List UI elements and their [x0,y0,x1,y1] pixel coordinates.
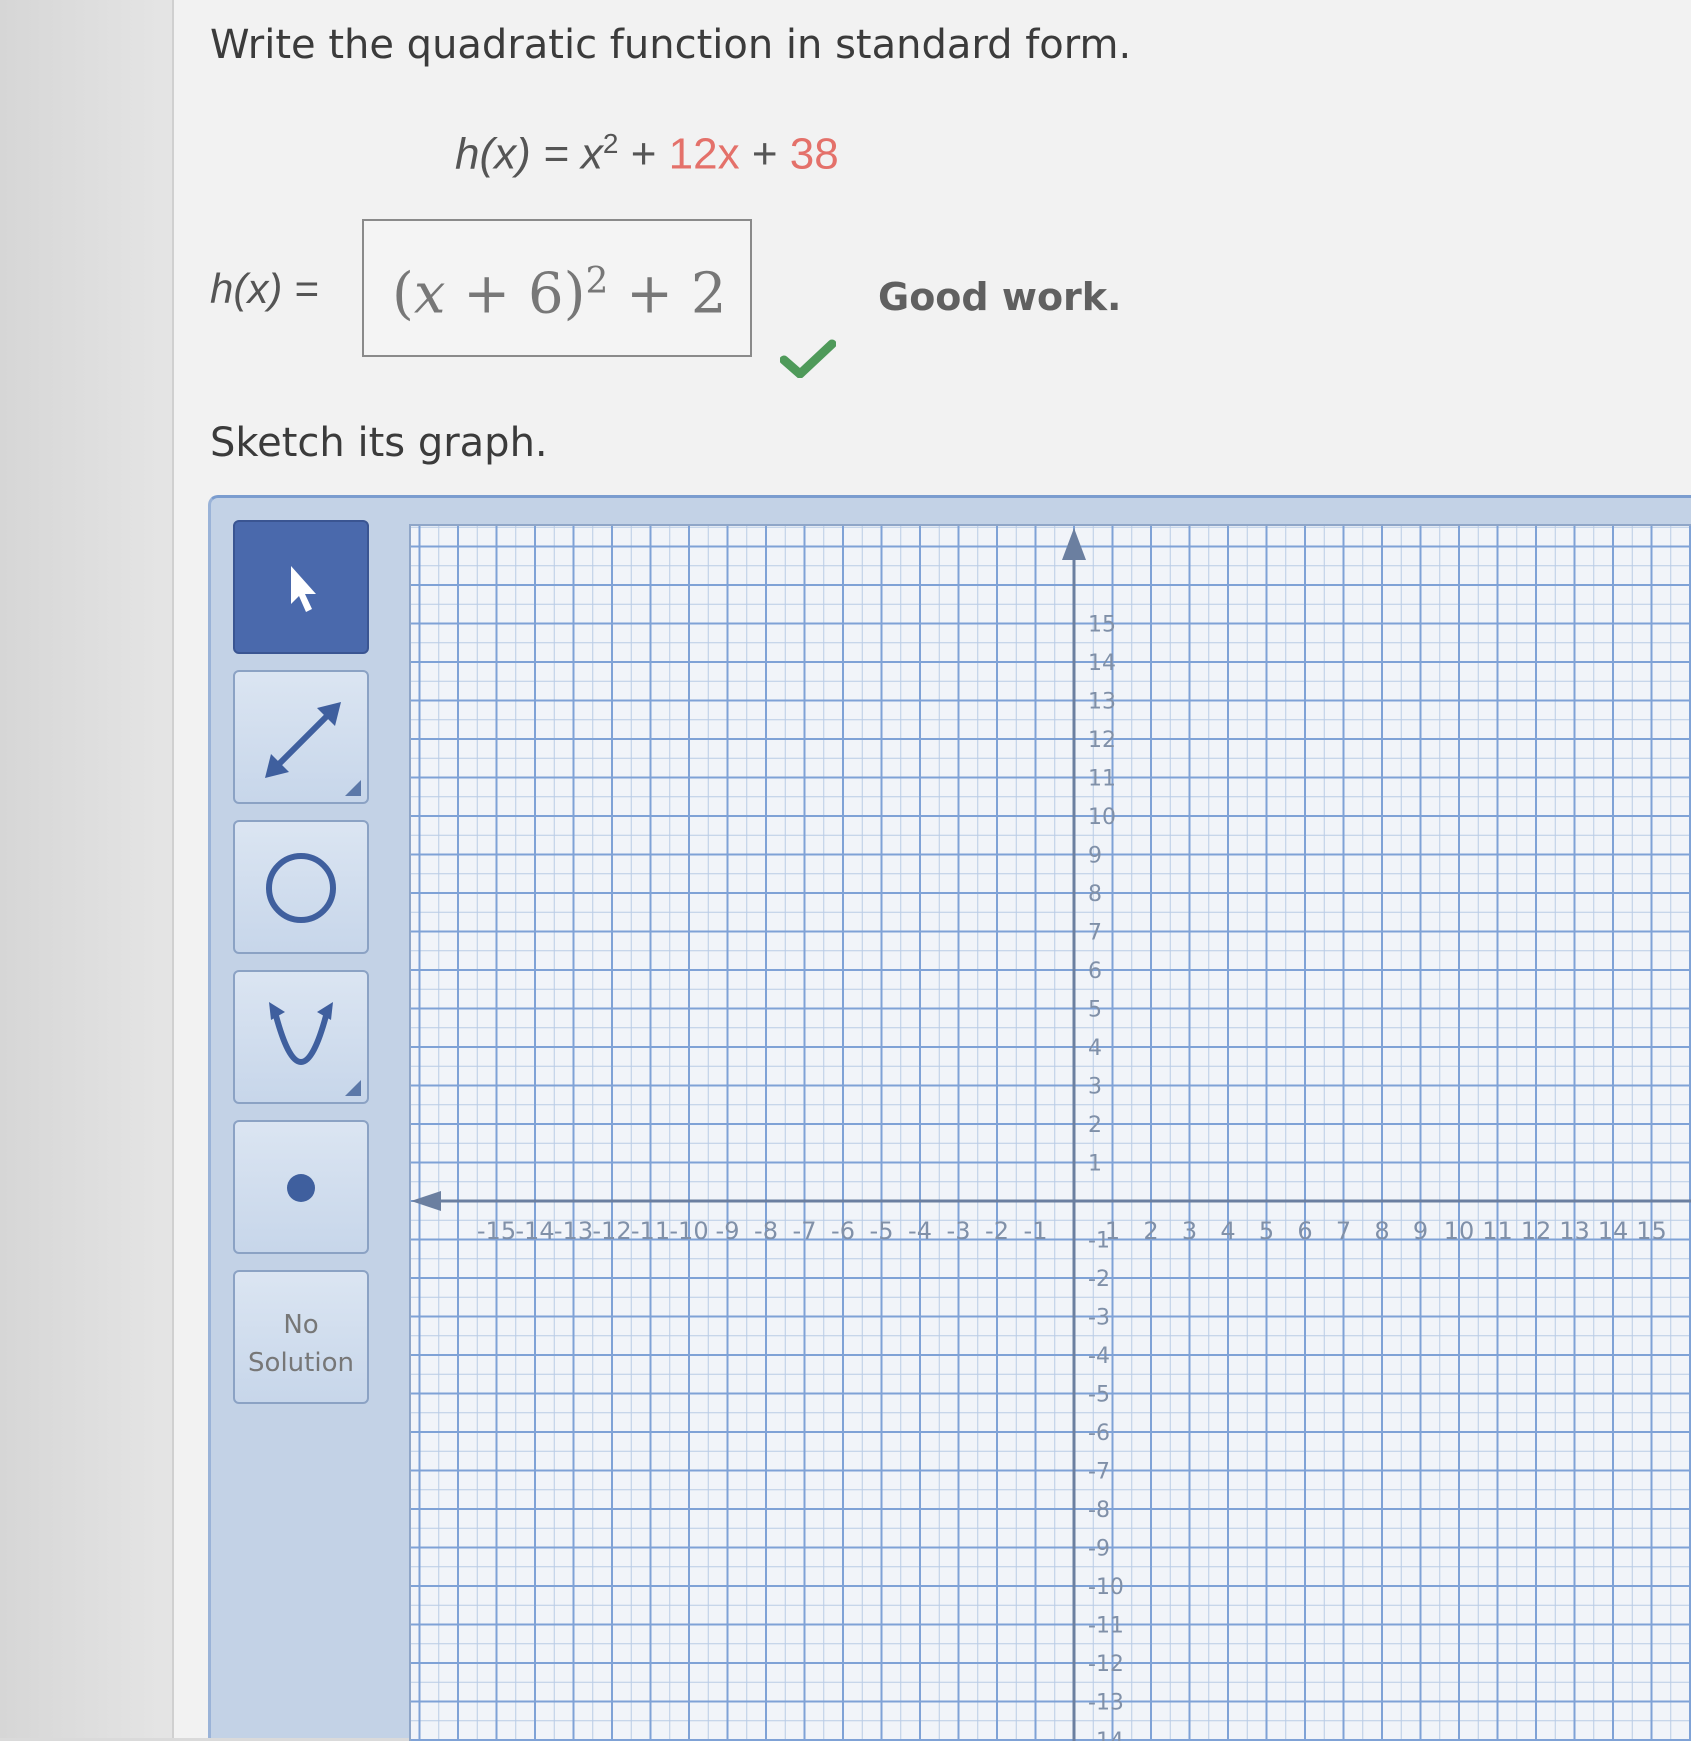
x-tick-label: -13 [554,1217,593,1245]
graph-toolbar: No Solution [233,520,373,1720]
y-tick-label: -8 [1088,1498,1110,1523]
given-exponent: 2 [602,128,619,159]
point-tool-button[interactable] [233,1120,369,1254]
y-tick-label: -1 [1088,1229,1110,1254]
x-tick-label: 8 [1374,1217,1389,1245]
sketch-prompt: Sketch its graph. [210,420,548,466]
y-tick-label: -11 [1088,1614,1124,1639]
no-solution-button[interactable]: No Solution [233,1270,369,1404]
x-tick-label: 9 [1413,1217,1428,1245]
given-constant: 38 [789,129,839,179]
x-tick-label: -2 [985,1217,1009,1245]
y-tick-label: 6 [1088,959,1102,984]
y-tick-label: -14 [1088,1729,1124,1741]
x-tick-label: -7 [793,1217,817,1245]
x-tick-label: -9 [716,1217,740,1245]
x-tick-label: 2 [1143,1217,1158,1245]
x-tick-label: -11 [631,1217,670,1245]
line-tool-button[interactable] [233,670,369,804]
y-tick-label: 15 [1088,613,1116,638]
x-tick-label: -15 [477,1217,516,1245]
circle-tool-button[interactable] [233,820,369,954]
point-dot-icon [287,1174,315,1202]
y-axis-arrow-icon [1062,528,1086,560]
checkmark-icon [780,339,836,378]
x-tick-label: 5 [1259,1217,1274,1245]
graphing-tool: No Solution -15 -14 -13 -12 -11 -10 -9 -8 -7 -6 -5… [208,495,1691,1741]
x-tick-label: 6 [1297,1217,1312,1245]
y-tick-label: 8 [1088,882,1102,907]
x-tick-label: -10 [669,1217,708,1245]
x-tick-label: -1 [1024,1217,1048,1245]
answer-value: (x + 6)2 + 2 [392,261,727,327]
y-tick-label: -10 [1088,1575,1124,1600]
pointer-tool-button[interactable] [233,520,369,654]
x-tick-label: 7 [1336,1217,1351,1245]
y-tick-label: 11 [1088,767,1116,792]
given-x-term: x [580,129,603,179]
x-tick-label: 15 [1636,1217,1667,1245]
x-tick-label: 11 [1482,1217,1513,1245]
x-tick-label: 14 [1598,1217,1629,1245]
y-tick-label: 3 [1088,1075,1102,1100]
x-axis-arrow-icon [411,1191,441,1211]
y-tick-label: 13 [1088,690,1116,715]
y-tick-label: 2 [1088,1113,1102,1138]
y-tick-label: 5 [1088,998,1102,1023]
y-tick-label: 4 [1088,1036,1102,1061]
given-function: h(x) = x2 + 12x + 38 [455,128,839,180]
x-tick-label: -12 [592,1217,631,1245]
y-tick-label: -4 [1088,1344,1110,1369]
coordinate-plane[interactable]: -15 -14 -13 -12 -11 -10 -9 -8 -7 -6 -5 -4 -3 -2 -1 1 2 3 4… [411,526,1691,1741]
x-tick-label: -5 [870,1217,894,1245]
given-plus-2: + [739,129,790,179]
parabola-tool-menu-indicator [345,1080,361,1096]
y-tick-label: 12 [1088,728,1116,753]
y-tick-label: -7 [1088,1460,1110,1485]
y-tick-label: 7 [1088,921,1102,946]
answer-lhs: h(x) = [210,265,319,312]
answer-input[interactable]: (x + 6)2 + 2 [362,219,752,357]
y-tick-label: 9 [1088,844,1102,869]
x-tick-label: 3 [1182,1217,1197,1245]
given-plus-1: + [618,129,669,179]
x-tick-label: 13 [1559,1217,1590,1245]
x-tick-label: -8 [754,1217,778,1245]
given-lhs: h(x) = [455,129,581,179]
y-tick-label: -5 [1088,1383,1110,1408]
y-tick-label: 1 [1088,1152,1102,1177]
x-tick-label: 4 [1220,1217,1235,1245]
y-tick-label: -2 [1088,1267,1110,1292]
parabola-tool-button[interactable] [233,970,369,1104]
no-solution-label: No Solution [248,1310,354,1378]
y-tick-label: -3 [1088,1306,1110,1331]
x-tick-label: -4 [908,1217,932,1245]
question-title: Write the quadratic function in standard… [210,22,1132,68]
x-tick-label: -6 [831,1217,855,1245]
line-tool-menu-indicator [345,780,361,796]
x-tick-label: -3 [947,1217,971,1245]
y-tick-label: -6 [1088,1421,1110,1446]
cursor-arrow-icon [291,566,316,612]
x-tick-label: -14 [515,1217,554,1245]
given-linear-term: 12x [668,129,740,179]
graph-canvas[interactable]: -15 -14 -13 -12 -11 -10 -9 -8 -7 -6 -5 -4 -3 -2 -1 1 2 3 4… [409,524,1691,1741]
y-tick-label: -13 [1088,1691,1124,1716]
y-tick-label: -9 [1088,1537,1110,1562]
y-tick-label: 14 [1088,651,1116,676]
circle-icon [266,853,336,923]
x-tick-label: 10 [1444,1217,1475,1245]
x-tick-label: 12 [1521,1217,1552,1245]
feedback-text: Good work. [878,275,1122,319]
y-tick-label: 10 [1088,805,1116,830]
y-tick-label: -12 [1088,1652,1124,1677]
